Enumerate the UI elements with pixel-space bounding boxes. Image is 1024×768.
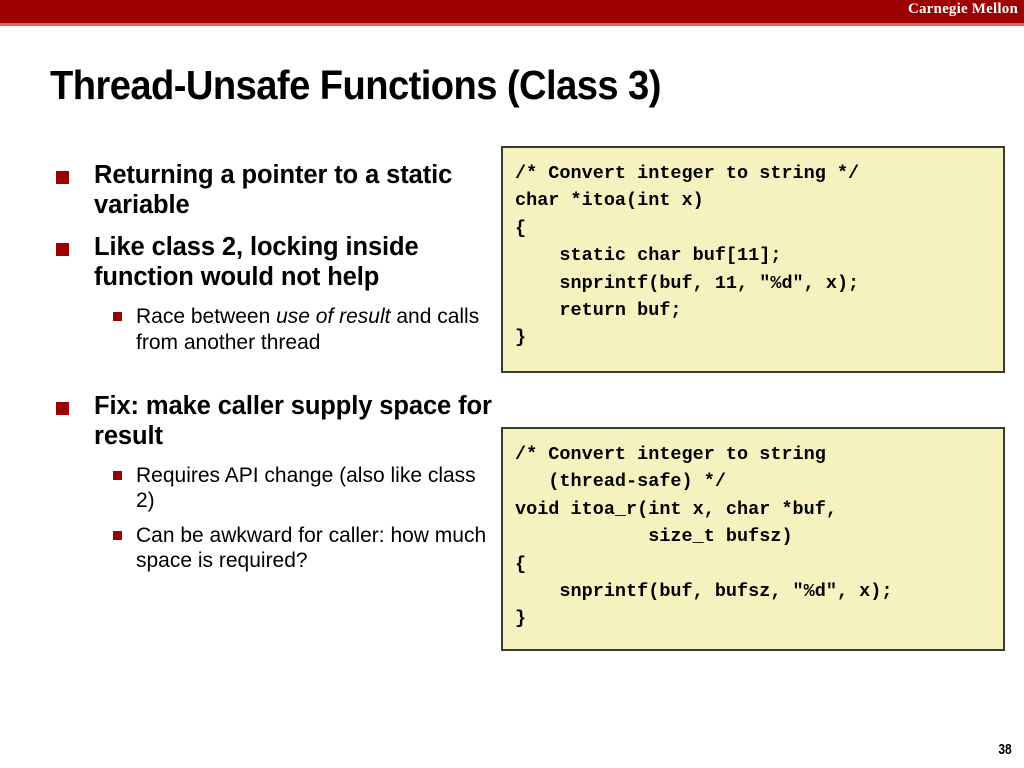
bullet-square-icon — [56, 401, 69, 415]
bullet-text: Returning a pointer to a static variable — [94, 161, 453, 220]
code-block-itoa-r-threadsafe: /* Convert integer to string (thread-saf… — [501, 427, 1005, 651]
bullet-item-fix-caller-supply: Fix: make caller supply space for result — [52, 391, 492, 451]
sub-bullet-item-api-change: Requires API change (also like class 2) — [52, 463, 492, 513]
sub-bullet-square-icon — [113, 312, 122, 322]
header-underline — [0, 23, 1024, 26]
page-number: 38 — [998, 741, 1012, 758]
sub-bullet-text: Can be awkward for caller: how much spac… — [136, 524, 487, 573]
bullet-list: Returning a pointer to a static variable… — [52, 160, 492, 584]
sub-bullet-item-race: Race between use of result and calls fro… — [52, 304, 492, 354]
sub-bullet-text: Requires API change (also like class 2) — [136, 463, 476, 513]
sub-bullet-text-italic: use of result — [276, 305, 391, 329]
bullet-item-returning-pointer: Returning a pointer to a static variable — [52, 160, 492, 220]
carnegie-mellon-logo: Carnegie Mellon — [907, 1, 1018, 17]
sub-bullet-square-icon — [113, 470, 122, 480]
sub-bullet-square-icon — [113, 531, 122, 541]
bullet-square-icon — [56, 243, 69, 257]
sub-bullet-item-awkward-caller: Can be awkward for caller: how much spac… — [52, 523, 492, 573]
page-title: Thread-Unsafe Functions (Class 3) — [50, 62, 661, 108]
sub-bullet-text-before: Race between — [136, 305, 277, 329]
bullet-text: Fix: make caller supply space for result — [94, 391, 492, 450]
code-block-itoa-unsafe: /* Convert integer to string */ char *it… — [501, 146, 1005, 373]
bullet-square-icon — [56, 171, 69, 184]
bullet-item-locking-inside: Like class 2, locking inside function wo… — [52, 232, 492, 292]
slide: Carnegie Mellon Thread-Unsafe Functions … — [0, 0, 1024, 768]
bullet-spacer — [52, 365, 492, 391]
bullet-text: Like class 2, locking inside function wo… — [94, 233, 419, 292]
header-banner — [0, 0, 1024, 23]
